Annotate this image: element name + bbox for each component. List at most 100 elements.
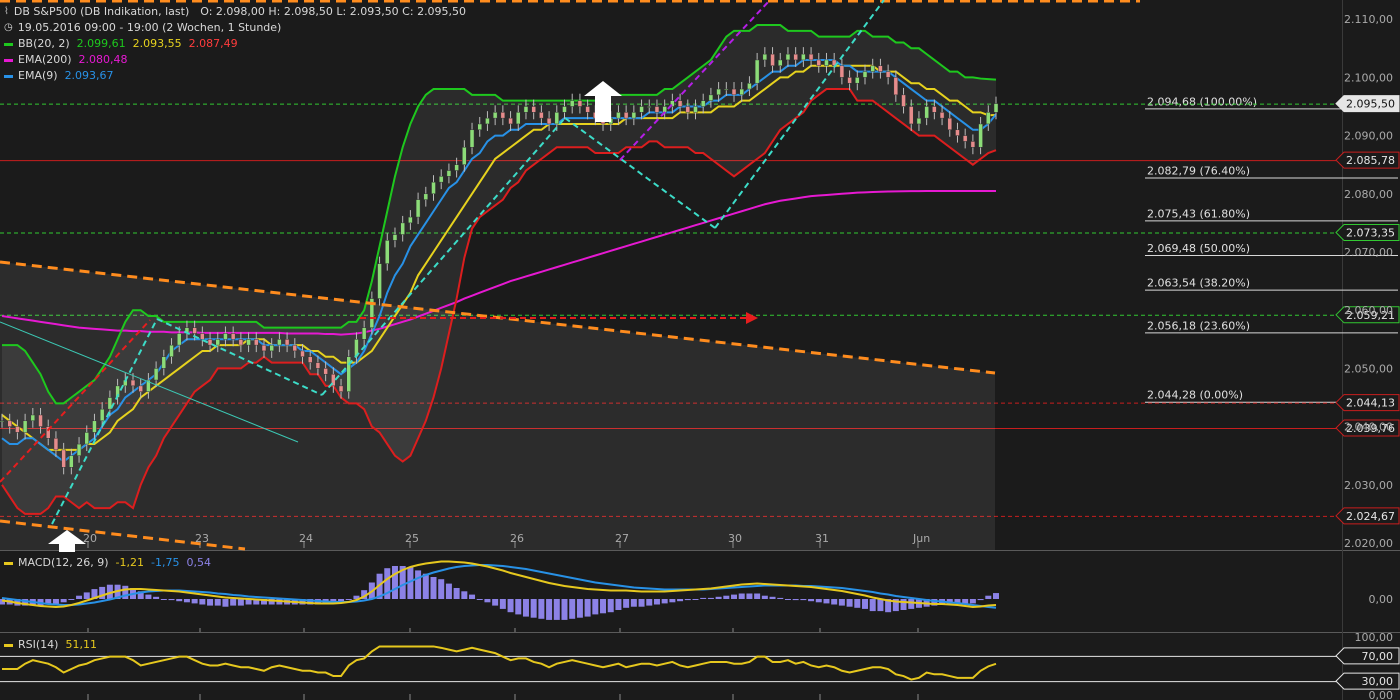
candle-body [770, 53, 775, 67]
macd-hist-bar [168, 599, 175, 601]
macd-hist-bar [76, 595, 83, 599]
candle-body [153, 368, 159, 381]
candle-body [616, 112, 621, 119]
macd-hist-bar [191, 599, 198, 604]
macd-hist-bar [993, 593, 999, 599]
candle-body [462, 146, 467, 165]
macd-hist-bar [677, 599, 684, 602]
instrument-name: DB S&P500 (DB Indikation, last) [13, 5, 190, 18]
macd-hist-bar [630, 599, 637, 607]
macd-hist-bar [846, 599, 853, 607]
macd-hist-bar [145, 594, 152, 599]
y-tick-label: 2.110,00 [1344, 13, 1393, 26]
ema200-swatch [4, 58, 13, 62]
candle-body [777, 59, 783, 67]
y-tick-label: 2.040,00 [1344, 421, 1393, 434]
candle-body [392, 234, 398, 241]
candle-body [554, 112, 560, 125]
candle-body [585, 106, 590, 113]
y-tick-label: 2.050,00 [1344, 362, 1393, 375]
price-chart[interactable]: 2.094,68 (100.00%) 2.082,79 (76.40%) 2.075… [0, 0, 1400, 700]
candle-body [516, 112, 521, 125]
candle-body [901, 94, 906, 107]
x-tick-label: Jun [912, 532, 930, 545]
rsi-value: 51,11 [65, 638, 97, 651]
y-tick-label: 2.060,00 [1344, 304, 1393, 317]
macd-hist-bar [584, 599, 591, 617]
candle-body [246, 339, 251, 346]
fib-label: 2.075,43 (61.80%) [1147, 207, 1250, 220]
macd-hist-bar [723, 595, 730, 599]
macd-hist-bar [615, 599, 622, 610]
candle-body [477, 123, 482, 131]
macd-hist-bar [900, 599, 907, 610]
candle-body [747, 82, 752, 90]
macd-hist-bar [222, 599, 229, 607]
macd-hist-bar [761, 595, 768, 599]
candle-body [22, 420, 28, 433]
macd-swatch [4, 561, 13, 565]
candle-body [377, 263, 382, 299]
macd-hist-bar [908, 599, 915, 609]
macd-hist-bar [530, 599, 537, 618]
legend-ema200[interactable]: EMA(200) 2.080,48 [4, 52, 466, 68]
macd-hist-bar [838, 599, 845, 606]
candle-body [647, 106, 652, 108]
candle-body [338, 385, 344, 392]
candle-body [69, 455, 74, 468]
candle-body [254, 339, 259, 346]
candle-body [408, 216, 413, 224]
period-text: 19.05.2016 09:00 - 19:00 (2 Wochen, 1 St… [17, 21, 282, 34]
candle-body [431, 181, 436, 195]
candle-body [562, 106, 567, 113]
macd-hist-bar [985, 595, 992, 599]
macd-hist-bar [538, 599, 545, 619]
candle-body [993, 103, 999, 113]
candle-body [893, 77, 899, 96]
y-tick-label: 2.100,00 [1344, 71, 1393, 84]
y-tick-label: 2.020,00 [1344, 537, 1393, 550]
candle-body [385, 240, 390, 264]
legend-ema9[interactable]: EMA(9) 2.093,67 [4, 68, 466, 84]
macd-hist-bar [453, 588, 460, 599]
macd-hist-bar [199, 599, 206, 605]
macd-hist-bar [160, 599, 167, 600]
candle-body [454, 164, 459, 171]
macd-hist-bar [338, 599, 345, 602]
macd-hist-bar [430, 577, 437, 599]
macd-label: MACD(12, 26, 9) [18, 556, 109, 569]
candle-body [731, 88, 737, 96]
macd-hist-bar [746, 593, 753, 599]
legend-bb[interactable]: BB(20, 2) 2.099,61 2.093,55 2.087,49 [4, 36, 466, 52]
macd-hist-bar [561, 599, 568, 620]
candle-body [400, 222, 405, 235]
macd-hist-bar [684, 599, 691, 601]
candle-body [176, 333, 182, 346]
candle-body [61, 449, 66, 468]
macd-hist-bar [569, 599, 576, 619]
candle-body [724, 88, 729, 91]
candle-body [916, 117, 922, 125]
candle-body [623, 112, 629, 119]
macd-hist-bar [661, 599, 668, 604]
candle-body [577, 100, 583, 107]
candle-body [631, 112, 637, 119]
macd-hist-bar [692, 599, 699, 600]
x-tick-label: 26 [510, 532, 524, 545]
rsi-30-tag-label: 30,00 [1362, 675, 1394, 688]
price-tag-label: 2.073,35 [1346, 227, 1395, 240]
macd-signal-value: -1,75 [151, 556, 180, 569]
chart-legend: ⌇ DB S&P500 (DB Indikation, last) O: 2.0… [4, 4, 466, 84]
candle-body [986, 112, 991, 125]
candle-body [469, 129, 475, 148]
x-tick-label: 31 [815, 532, 829, 545]
macd-hist-bar [731, 594, 738, 599]
macd-hist-bar [638, 599, 645, 607]
clock-icon: ◷ [4, 22, 13, 33]
period-row: ◷ 19.05.2016 09:00 - 19:00 (2 Wochen, 1 … [4, 20, 466, 36]
candle-body [816, 59, 822, 67]
rsi-legend: RSI(14) 51,11 [4, 637, 97, 653]
chart-type-icon: ⌇ [4, 6, 9, 17]
macd-hist-bar [700, 597, 707, 599]
candle-body [76, 443, 82, 456]
